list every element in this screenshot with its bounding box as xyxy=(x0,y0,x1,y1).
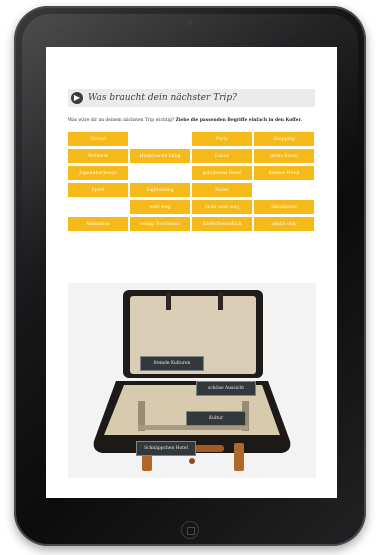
term-tile[interactable]: Party xyxy=(192,132,252,146)
tablet-screen: ▶ Was braucht dein nächster Trip? Was wä… xyxy=(46,47,337,498)
home-button[interactable] xyxy=(181,521,199,539)
camera-icon xyxy=(187,20,193,25)
term-tile[interactable]: Strand xyxy=(68,132,128,146)
trip-quiz-page: ▶ Was braucht dein nächster Trip? Was wä… xyxy=(68,89,315,231)
term-tile[interactable]: wenig Tourismus xyxy=(130,217,190,231)
intro-text: Was wäre dir an deinem nächsten Trip wic… xyxy=(68,117,308,124)
term-tile[interactable]: Jugendherberge xyxy=(68,166,128,180)
empty-slot xyxy=(68,200,128,214)
suitcase-item-chip[interactable]: Schnäppchen Hotel xyxy=(136,441,196,456)
suitcase-item-chip[interactable]: schöne Aussicht xyxy=(196,381,256,396)
section-header: ▶ Was braucht dein nächster Trip? xyxy=(68,89,315,107)
lid-strap-right xyxy=(218,292,223,310)
term-tile[interactable]: Shopping xyxy=(254,132,314,146)
term-tile[interactable]: Sport xyxy=(68,183,128,197)
front-strap-right xyxy=(234,443,244,471)
term-tile[interactable]: gehobenes Hotel xyxy=(192,166,252,180)
suitcase-drop-zone[interactable]: fremde Kulturen schöne Aussicht Kultur S… xyxy=(68,283,316,478)
lid-strap-left xyxy=(166,292,171,310)
term-tile[interactable]: weit weg xyxy=(130,200,190,214)
empty-slot xyxy=(130,166,190,180)
term-tile[interactable]: Natur xyxy=(192,183,252,197)
term-tile-grid: Strand Party Shopping Wellness Hauptsache bi… xyxy=(68,132,315,231)
term-tile[interactable]: kleines Hotel xyxy=(254,166,314,180)
empty-slot xyxy=(254,183,314,197)
term-tile[interactable]: Hauptsache billig xyxy=(130,149,190,163)
page-title: Was braucht dein nächster Trip? xyxy=(88,93,237,103)
term-tile[interactable]: Sightseeing xyxy=(130,183,190,197)
term-tile[interactable]: Wellness xyxy=(68,149,128,163)
term-tile[interactable]: kinderfreundlich xyxy=(192,217,252,231)
intro-question: Was wäre dir an deinem nächsten Trip wic… xyxy=(68,118,175,123)
suitcase-item-chip[interactable]: fremde Kulturen xyxy=(140,356,204,371)
arrow-right-icon: ▶ xyxy=(71,92,83,104)
term-tile[interactable]: Animation xyxy=(68,217,128,231)
intro-instruction: Ziehe die passenden Begriffe einfach in … xyxy=(175,118,303,123)
suitcase-item-chip[interactable]: Kultur xyxy=(186,411,246,426)
term-tile[interactable]: Luxus xyxy=(192,149,252,163)
term-tile[interactable]: nicht weit weg xyxy=(192,200,252,214)
empty-slot xyxy=(130,132,190,146)
term-tile[interactable]: Ski/alpines xyxy=(254,200,314,214)
term-tile[interactable]: adults only xyxy=(254,217,314,231)
term-tile[interactable]: gutes Essen xyxy=(254,149,314,163)
handle-tag xyxy=(189,458,195,464)
